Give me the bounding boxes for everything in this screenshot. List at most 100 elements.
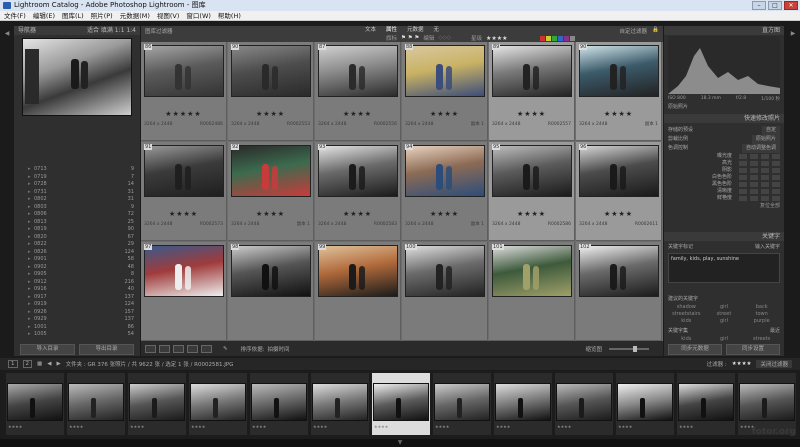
decrease-large-button[interactable] xyxy=(739,182,747,187)
increase-button[interactable] xyxy=(761,154,769,159)
suggested-keyword[interactable]: streetstairs xyxy=(668,311,705,317)
quick-develop-header[interactable]: 快速修改照片 xyxy=(664,114,784,123)
grid-cell[interactable]: 95 ★★★★ 3264 x 2448 R0002586 xyxy=(489,142,575,241)
grid-cell[interactable]: 94 ★★★★ 3264 x 2448 副本 1 xyxy=(402,142,488,241)
photo-thumbnail[interactable] xyxy=(318,45,398,97)
filmstrip-thumbnail[interactable] xyxy=(251,383,307,421)
photo-thumbnail[interactable] xyxy=(579,45,659,97)
filmstrip-thumbnail[interactable] xyxy=(373,383,429,421)
decrease-button[interactable] xyxy=(750,175,758,180)
navigator-zoom-options[interactable]: 适合 填满 1:1 1:4 xyxy=(87,26,136,35)
rating-stars[interactable]: ★★★★ xyxy=(228,210,313,218)
maximize-button[interactable]: □ xyxy=(768,1,782,10)
grid-icon[interactable]: ▦ xyxy=(37,361,42,367)
photo-thumbnail[interactable] xyxy=(579,245,659,297)
rating-stars[interactable]: ★★★★ xyxy=(402,210,487,218)
filmstrip-frame[interactable]: ★★★★ xyxy=(189,373,247,435)
filmstrip-thumbnail[interactable] xyxy=(556,383,612,421)
grid-cell[interactable]: 102 xyxy=(576,242,662,341)
filmstrip-frame[interactable]: ★★★★ xyxy=(250,373,308,435)
folder-item[interactable]: ▸ 0819 90 xyxy=(18,226,136,234)
export-catalog-button[interactable]: 导出目录 xyxy=(79,344,134,355)
filmstrip-thumbnail[interactable] xyxy=(312,383,368,421)
decrease-button[interactable] xyxy=(750,182,758,187)
filmstrip-frame[interactable]: ★★★★ xyxy=(616,373,674,435)
suggested-keyword[interactable]: shadow xyxy=(668,304,705,310)
filmstrip-frame[interactable]: ★★★★ xyxy=(738,373,796,435)
photo-thumbnail[interactable] xyxy=(492,45,572,97)
menu-item-2[interactable]: 图库(L) xyxy=(62,11,84,20)
grid-cell[interactable]: 98 xyxy=(228,242,314,341)
filmstrip-thumbnail[interactable] xyxy=(129,383,185,421)
people-view-button[interactable] xyxy=(201,344,212,353)
increase-large-button[interactable] xyxy=(772,168,780,173)
filmstrip-frame[interactable]: ★★★★ xyxy=(67,373,125,435)
increase-button[interactable] xyxy=(761,161,769,166)
menu-item-3[interactable]: 照片(P) xyxy=(91,11,113,20)
grid-cell[interactable]: 89 ★★★★ 3264 x 2448 R0002557 xyxy=(489,42,575,141)
filmstrip-thumbnail[interactable] xyxy=(739,383,795,421)
folder-item[interactable]: ▸ 0731 31 xyxy=(18,189,136,197)
folder-item[interactable]: ▸ 0912 216 xyxy=(18,279,136,287)
rating-stars[interactable]: ★★★★★ xyxy=(141,110,226,118)
histogram-header[interactable]: 直方图 xyxy=(664,26,784,35)
filmstrip-frame[interactable]: ★★★★ xyxy=(128,373,186,435)
photo-thumbnail[interactable] xyxy=(492,145,572,197)
photo-thumbnail[interactable] xyxy=(492,245,572,297)
page-2-button[interactable]: 2 xyxy=(22,360,32,368)
folder-item[interactable]: ▸ 0822 29 xyxy=(18,241,136,249)
filter-off-dropdown[interactable]: 关闭过滤器 xyxy=(756,360,792,368)
folder-item[interactable]: ▸ 0919 124 xyxy=(18,301,136,309)
grid-cell[interactable]: 101 xyxy=(489,242,575,341)
menu-item-0[interactable]: 文件(F) xyxy=(4,11,26,20)
photo-thumbnail[interactable] xyxy=(405,145,485,197)
auto-tone-button[interactable]: 自动调整色调 xyxy=(741,144,780,153)
decrease-button[interactable] xyxy=(750,189,758,194)
decrease-button[interactable] xyxy=(750,154,758,159)
forward-arrow-icon[interactable]: ▶ xyxy=(56,361,60,367)
photo-thumbnail[interactable] xyxy=(231,45,311,97)
grid-cell[interactable]: 88 ★★★★ 3264 x 2448 副本 1 xyxy=(402,42,488,141)
thumbnail-size-slider[interactable] xyxy=(609,345,649,352)
decrease-button[interactable] xyxy=(750,168,758,173)
rating-stars[interactable]: ★★★★ xyxy=(141,210,226,218)
rating-stars[interactable]: ★★★★ xyxy=(489,210,574,218)
keyword-set-item[interactable]: kids xyxy=(668,336,705,342)
folder-item[interactable]: ▸ 0803 9 xyxy=(18,204,136,212)
rating-filter-stars[interactable]: ★★★★ xyxy=(486,35,508,42)
increase-button[interactable] xyxy=(761,196,769,201)
filmstrip-thumbnail[interactable] xyxy=(434,383,490,421)
photo-thumbnail[interactable] xyxy=(144,45,224,97)
minimize-button[interactable]: – xyxy=(752,1,766,10)
suggested-keyword[interactable]: purple xyxy=(743,318,780,324)
menu-item-6[interactable]: 窗口(W) xyxy=(186,11,211,20)
edit-icons[interactable]: ◇◇◇ xyxy=(438,35,451,41)
photo-thumbnail[interactable] xyxy=(579,145,659,197)
grid-view-button[interactable] xyxy=(145,344,156,353)
folder-item[interactable]: ▸ 0728 14 xyxy=(18,181,136,189)
color-label-swatches[interactable] xyxy=(539,35,575,41)
filter-tab-3[interactable]: 无 xyxy=(434,26,440,34)
photo-thumbnail[interactable] xyxy=(231,145,311,197)
filter-lock-icon[interactable]: 🔒 xyxy=(652,27,659,33)
photo-thumbnail[interactable] xyxy=(405,245,485,297)
keyword-set-item[interactable]: girl xyxy=(706,336,743,342)
import-catalog-button[interactable]: 导入目录 xyxy=(20,344,75,355)
filmstrip-source[interactable]: 文件夹 : GR 376 张照片 / 共 9622 张 / 选定 1 张 / R… xyxy=(66,360,234,368)
keywording-header[interactable]: 关键字 xyxy=(664,232,784,241)
filmstrip-frame[interactable]: ★★★★ xyxy=(494,373,552,435)
increase-large-button[interactable] xyxy=(772,154,780,159)
folder-item[interactable]: ▸ 0929 137 xyxy=(18,316,136,324)
filmstrip-thumbnail[interactable] xyxy=(190,383,246,421)
left-panel-toggle-icon[interactable]: ◀ xyxy=(2,30,12,37)
rating-stars[interactable]: ★★★★ xyxy=(228,110,313,118)
photo-thumbnail[interactable] xyxy=(144,245,224,297)
photo-thumbnail[interactable] xyxy=(144,145,224,197)
survey-view-button[interactable] xyxy=(187,344,198,353)
increase-button[interactable] xyxy=(761,182,769,187)
grid-cell[interactable]: 92 ★★★★ 3264 x 2448 副本 1 xyxy=(228,142,314,241)
grid-cell[interactable]: 96 ★★★★ 3264 x 2448 R0002611 xyxy=(576,142,662,241)
filmstrip-frame[interactable]: ★★★★ xyxy=(311,373,369,435)
photo-thumbnail[interactable] xyxy=(318,145,398,197)
grid-cell[interactable]: 97 xyxy=(141,242,227,341)
